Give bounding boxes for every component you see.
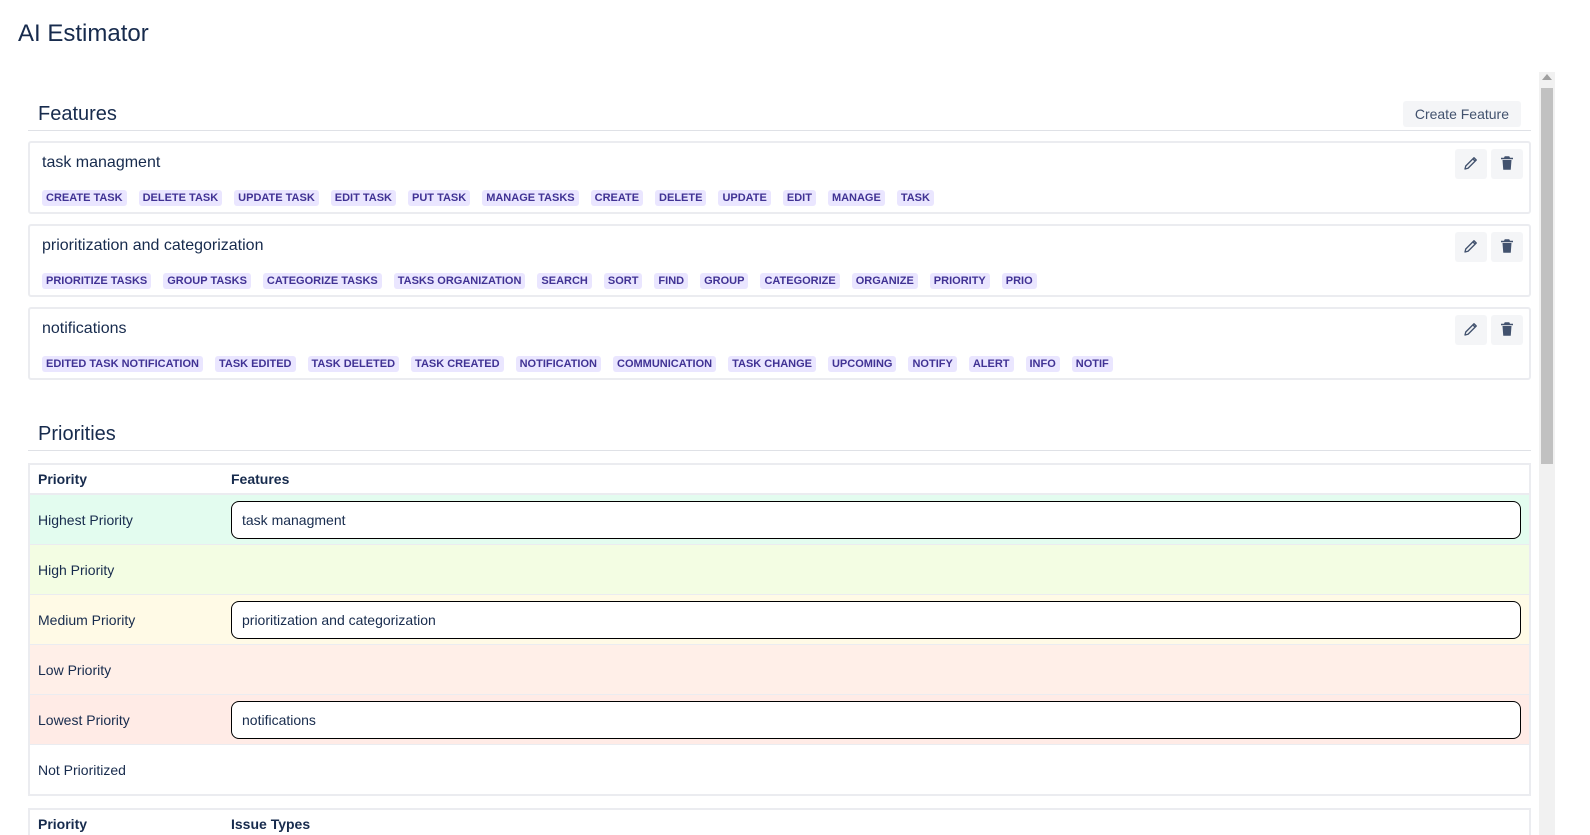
priority-row: Not Prioritized [30,745,1529,794]
feature-tag: UPDATE TASK [234,190,319,206]
trash-icon [1498,320,1516,341]
priority-label: Low Priority [38,661,112,678]
pencil-icon [1462,320,1480,341]
feature-tag: TASK DELETED [307,356,400,372]
app-title: AI Estimator [18,20,149,47]
delete-feature-button[interactable] [1491,315,1523,345]
feature-tag: TASKS ORGANIZATION [393,273,526,289]
feature-tag: EDITED TASK NOTIFICATION [42,356,203,372]
feature-card: prioritization and categorization PRIORIT… [28,224,1531,297]
scrollbar-thumb[interactable] [1541,88,1553,464]
feature-tag: EDIT TASK [330,190,397,206]
features-title: Features [38,102,117,125]
feature-tag: PUT TASK [408,190,471,206]
col-issue-types: Issue Types [231,816,311,832]
feature-name: notifications [42,320,127,337]
feature-tag: SEARCH [537,273,592,289]
feature-tag: FIND [654,273,689,289]
feature-tag: SORT [603,273,643,289]
feature-tag: TASK [896,190,934,206]
feature-tag: CREATE TASK [42,190,127,206]
feature-card: notifications EDITED TASK NOTIFICATION TAS… [28,307,1531,380]
feature-tag: DELETE TASK [138,190,223,206]
priorities-table: Priority Features Highest Priority task m… [28,463,1531,796]
priority-row: Lowest Priority notifications [30,695,1529,745]
trash-icon [1498,237,1516,258]
feature-tag: TASK CREATED [411,356,504,372]
priorities-section: Priorities Priority Features Highest Pri… [28,418,1531,835]
feature-tags: PRIORITIZE TASKS GROUP TASKS CATEGORIZE TA… [42,273,1037,289]
priority-features-cell: prioritization and categorization [231,600,1529,639]
col-priority: Priority [38,471,88,487]
scroll-up-icon[interactable] [1542,74,1552,80]
feature-card: task managment CREATE TASK DELETE TASK UPDA… [28,141,1531,214]
feature-tag: MANAGE [827,190,885,206]
feature-name: task managment [42,154,161,171]
scrollbar[interactable] [1539,72,1555,835]
col-features: Features [231,471,290,487]
pencil-icon [1462,237,1480,258]
priority-label: Lowest Priority [38,711,130,728]
priority-feature-chip[interactable]: prioritization and categorization [231,600,1521,639]
feature-tag: PRIORITIZE TASKS [42,273,152,289]
priority-feature-chip[interactable]: task managment [231,500,1521,539]
features-list: task managment CREATE TASK DELETE TASK UPDA… [28,141,1531,380]
delete-feature-button[interactable] [1491,149,1523,179]
priority-row: Medium Priority prioritization and catego… [30,595,1529,645]
feature-tags: EDITED TASK NOTIFICATION TASK EDITED TASK … [42,356,1113,372]
card-actions [1455,149,1523,179]
feature-tag: ORGANIZE [851,273,918,289]
card-actions [1455,232,1523,262]
feature-tag: DELETE [655,190,707,206]
main-content: Features Create Feature task managment CR… [28,98,1531,835]
priority-features-cell: notifications [231,700,1529,739]
card-actions [1455,315,1523,345]
priority-label: High Priority [38,561,115,578]
feature-tag: NOTIFY [908,356,957,372]
trash-icon [1498,154,1516,175]
feature-tag: MANAGE TASKS [482,190,579,206]
priority-row: High Priority [30,545,1529,595]
col-priority-2: Priority [38,816,88,832]
feature-tag: GROUP TASKS [163,273,251,289]
feature-tag: CATEGORIZE [760,273,840,289]
priority-row: Low Priority [30,645,1529,695]
feature-tag: GROUP [700,273,749,289]
pencil-icon [1462,154,1480,175]
priority-label: Not Prioritized [38,761,126,778]
feature-tag: COMMUNICATION [613,356,717,372]
feature-tag: PRIO [1001,273,1037,289]
priority-row: Highest Priority task managment [30,495,1529,545]
issue-types-table-header: Priority Issue Types [30,810,1529,835]
feature-tag: TASK EDITED [214,356,296,372]
feature-tag: CREATE [590,190,644,206]
feature-tag: UPCOMING [827,356,897,372]
feature-tag: ALERT [968,356,1014,372]
priorities-table-header: Priority Features [30,465,1529,495]
priority-label: Medium Priority [38,611,136,628]
feature-tag: PRIORITY [929,273,990,289]
feature-tag: CATEGORIZE TASKS [262,273,382,289]
feature-tag: NOTIFICATION [515,356,601,372]
feature-tag: NOTIF [1071,356,1113,372]
issue-types-table: Priority Issue Types [28,808,1531,835]
create-feature-button[interactable]: Create Feature [1402,101,1521,127]
feature-tags: CREATE TASK DELETE TASK UPDATE TASK EDIT TA… [42,190,934,206]
edit-feature-button[interactable] [1455,149,1487,179]
priority-features-cell: task managment [231,500,1529,539]
feature-tag: TASK CHANGE [728,356,816,372]
features-header: Features Create Feature [28,98,1531,131]
feature-tag: INFO [1025,356,1060,372]
priorities-title: Priorities [38,422,116,445]
feature-tag: UPDATE [718,190,771,206]
priorities-header: Priorities [28,418,1531,451]
delete-feature-button[interactable] [1491,232,1523,262]
priority-feature-chip[interactable]: notifications [231,700,1521,739]
edit-feature-button[interactable] [1455,232,1487,262]
feature-name: prioritization and categorization [42,237,264,254]
priority-label: Highest Priority [38,511,133,528]
edit-feature-button[interactable] [1455,315,1487,345]
feature-tag: EDIT [782,190,816,206]
